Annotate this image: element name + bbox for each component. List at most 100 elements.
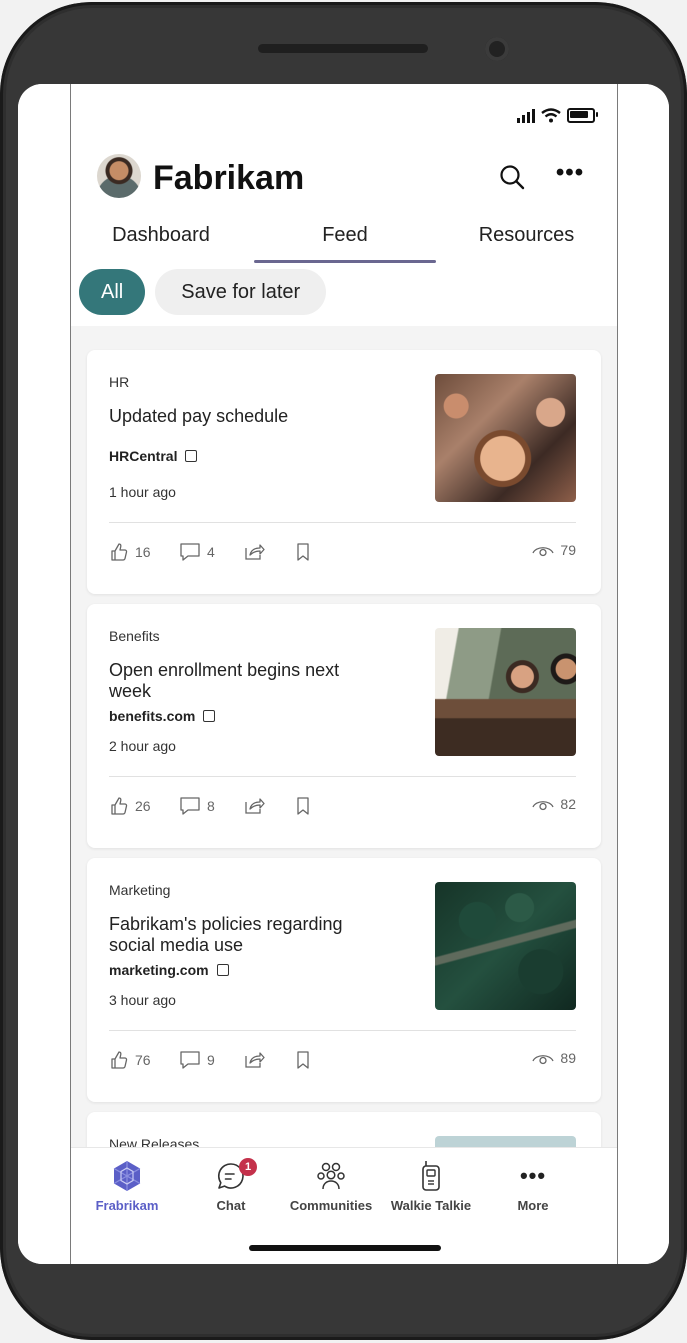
feed-card[interactable]: HR Updated pay schedule HRCentral 1 hour… [87,350,601,594]
nav-label: Communities [289,1198,373,1213]
app-header: Fabrikam ••• Dashboard Feed Resources Al… [71,84,617,326]
nav-label: More [517,1198,549,1213]
eye-icon [532,1055,555,1065]
screen-area: Fabrikam ••• Dashboard Feed Resources Al… [18,84,669,1264]
external-link-icon [203,710,216,722]
card-actions: 26 8 82 [109,796,576,822]
comment-button[interactable]: 9 [179,1050,215,1070]
phone-frame: Fabrikam ••• Dashboard Feed Resources Al… [0,2,687,1340]
card-source-label: marketing.com [109,962,209,978]
comment-icon [180,797,200,815]
card-thumbnail-image[interactable] [435,882,576,1010]
like-count: 26 [135,798,151,814]
view-count: 89 [532,1050,576,1066]
home-indicator[interactable] [249,1245,441,1251]
more-options-icon[interactable]: ••• [555,161,585,186]
nav-item-chat[interactable]: 1 Chat [181,1158,281,1213]
front-camera [485,37,509,61]
nav-label: Frabrikam [95,1198,159,1213]
filter-all-button[interactable]: All [79,269,146,315]
bookmark-icon [297,1051,309,1069]
view-count: 79 [532,542,576,558]
nav-label: Walkie Talkie [390,1198,472,1213]
card-actions: 16 4 79 [109,542,576,568]
avatar[interactable] [97,154,141,198]
card-category: Marketing [109,882,171,898]
like-count: 76 [135,1052,151,1068]
comment-icon [180,543,200,561]
card-source-link[interactable]: HRCentral [109,448,198,464]
battery-icon [567,108,598,123]
card-category: Benefits [109,628,160,644]
card-divider [109,1030,576,1031]
card-divider [109,776,576,777]
filter-save-for-later-button[interactable]: Save for later [155,269,327,315]
card-thumbnail-image[interactable] [435,374,576,502]
bookmark-icon [297,797,309,815]
card-title[interactable]: Open enrollment begins next week [109,660,379,702]
like-count: 16 [135,544,151,560]
search-icon[interactable] [497,162,527,192]
card-source-label: HRCentral [109,448,178,464]
card-source-link[interactable]: benefits.com [109,708,216,724]
external-link-icon [185,450,198,462]
nav-label: Chat [216,1198,246,1213]
tab-dashboard[interactable]: Dashboard [71,220,251,264]
share-icon [245,544,265,560]
wifi-icon [541,108,561,123]
nav-item-walkie-talkie[interactable]: Walkie Talkie [381,1158,481,1213]
view-count-label: 89 [560,1050,576,1066]
comment-count: 8 [207,798,215,814]
share-icon [245,1052,265,1068]
card-timestamp: 1 hour ago [109,484,176,500]
bookmark-icon [297,543,309,561]
screen-margin-left [18,84,70,1264]
view-count-label: 82 [560,796,576,812]
comment-icon [180,1051,200,1069]
nav-item-more[interactable]: ••• More [483,1158,583,1213]
screen-margin-right [617,84,669,1264]
feed-card[interactable]: Marketing Fabrikam's policies regarding … [87,858,601,1102]
notification-badge: 1 [239,1158,257,1176]
comment-button[interactable]: 8 [179,796,215,816]
like-button[interactable]: 76 [109,1050,151,1070]
share-button[interactable] [243,542,265,562]
card-title[interactable]: Fabrikam's policies regarding social med… [109,914,379,956]
feed-card[interactable]: Benefits Open enrollment begins next wee… [87,604,601,848]
comment-count: 4 [207,544,215,560]
share-icon [245,798,265,814]
page-title: Fabrikam [153,159,305,197]
bookmark-button[interactable] [295,542,311,562]
view-count: 82 [532,796,576,812]
comment-count: 9 [207,1052,215,1068]
view-count-label: 79 [560,542,576,558]
bookmark-button[interactable] [295,796,311,816]
card-category: HR [109,374,130,390]
walkie-talkie-icon [422,1161,440,1191]
status-bar [517,108,598,123]
card-source-link[interactable]: marketing.com [109,962,229,978]
card-thumbnail-image[interactable] [435,628,576,756]
card-divider [109,522,576,523]
card-actions: 76 9 89 [109,1050,576,1076]
card-source-label: benefits.com [109,708,196,724]
bookmark-button[interactable] [295,1050,311,1070]
tab-resources[interactable]: Resources [436,220,617,264]
eye-icon [532,801,555,811]
card-title[interactable]: Updated pay schedule [109,406,379,427]
card-timestamp: 3 hour ago [109,992,176,1008]
cellular-signal-icon [517,108,535,123]
like-button[interactable]: 16 [109,542,151,562]
filter-pills: All Save for later [79,269,327,317]
share-button[interactable] [243,1050,265,1070]
app-screen: Fabrikam ••• Dashboard Feed Resources Al… [70,84,618,1264]
like-icon [111,1051,128,1069]
like-button[interactable]: 26 [109,796,151,816]
share-button[interactable] [243,796,265,816]
nav-item-communities[interactable]: Communities [281,1158,381,1213]
nav-item-fabrikam[interactable]: Frabrikam [77,1158,177,1213]
fabrikam-app-icon [113,1161,141,1191]
tab-feed[interactable]: Feed [254,220,436,264]
comment-button[interactable]: 4 [179,542,215,562]
communities-icon [317,1162,345,1190]
